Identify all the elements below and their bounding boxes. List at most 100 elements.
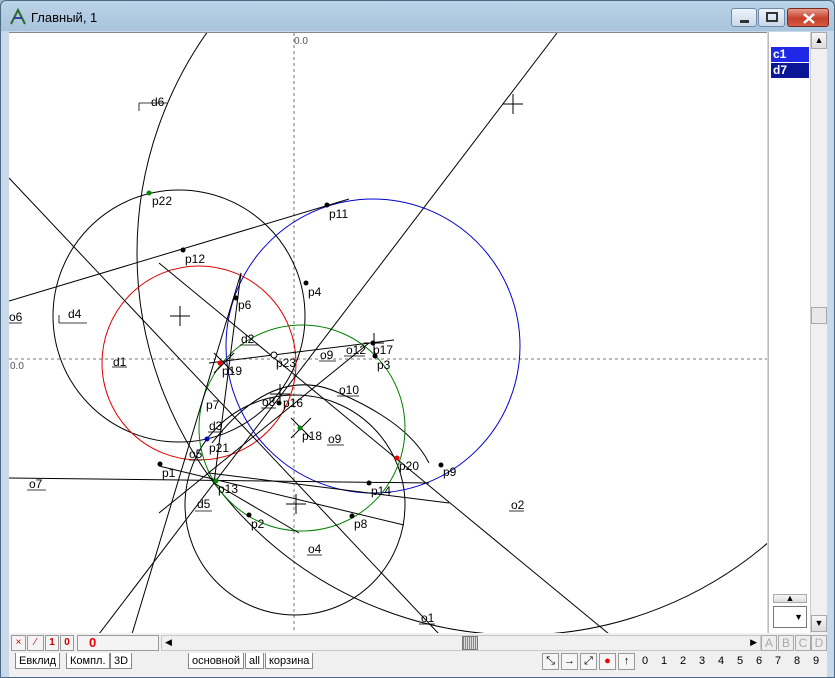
line-o7[interactable] (99, 33, 558, 633)
scroll-up-button[interactable]: ▲ (811, 32, 827, 49)
vertical-scrollbar[interactable]: ▲ ▼ (810, 32, 827, 633)
label-o2: o2 (511, 498, 525, 512)
label-o5: o6 (9, 310, 23, 324)
label-o4: o4 (308, 542, 322, 556)
label-o7: o8 (262, 395, 276, 409)
tab-all[interactable]: all (245, 653, 265, 669)
label-d6: d6 (151, 95, 165, 109)
delete-tool-button[interactable]: × (11, 635, 26, 651)
label-p4: p4 (308, 285, 322, 299)
layers-panel: c1 d7 ▲ ▼ (768, 32, 810, 633)
digit-6[interactable]: 6 (756, 655, 762, 667)
minimize-button[interactable] (731, 8, 757, 27)
label-d2: d2 (241, 332, 255, 346)
diagonal-tool-button[interactable]: ⤢ (580, 653, 597, 670)
layer-item-c1[interactable]: c1 (771, 47, 809, 62)
label-p9: p9 (443, 465, 457, 479)
scroll-left-icon[interactable]: ◀ (165, 637, 172, 648)
line-o9[interactable] (208, 472, 450, 504)
label-p12: p12 (185, 252, 205, 266)
circle-d6[interactable] (136, 33, 767, 633)
label-p13: p13 (218, 482, 238, 496)
point-dot-p16[interactable] (276, 400, 282, 406)
label-o9: o9 (328, 432, 342, 446)
label-p18: p18 (302, 429, 322, 443)
window-title: Главный, 1 (31, 10, 98, 25)
label-p23: p23 (276, 356, 296, 370)
horizontal-scrollbar[interactable]: ◀ ▶ (161, 635, 761, 651)
label-d3: d3 (209, 419, 223, 433)
close-icon (803, 13, 815, 24)
label-o10: o10 (339, 383, 359, 397)
close-button[interactable] (787, 8, 829, 27)
label-p8: p8 (354, 517, 368, 531)
maximize-icon (766, 12, 778, 22)
label-p3: p3 (377, 358, 391, 372)
label-p7: p7 (206, 398, 220, 412)
counter-field: 0 (77, 635, 159, 651)
layer-b-button[interactable]: B (778, 635, 794, 651)
tab-euclid[interactable]: Евклид (15, 653, 61, 669)
digit-8[interactable]: 8 (794, 655, 800, 667)
label-p11: p11 (329, 207, 348, 221)
digit-1[interactable]: 1 (661, 655, 667, 667)
digit-9[interactable]: 9 (813, 655, 819, 667)
label-o12: o12 (346, 343, 366, 357)
panel-dropdown[interactable]: ▼ (773, 606, 807, 628)
label-p17: p17 (373, 343, 393, 357)
label-p22: p22 (152, 194, 172, 208)
horizontal-scroll-thumb[interactable] (462, 636, 478, 650)
point-dot-p22[interactable] (146, 190, 152, 196)
line-tool-button[interactable]: ⁄ (27, 635, 44, 651)
digit-2[interactable]: 2 (680, 655, 686, 667)
tab-trash[interactable]: корзина (265, 653, 314, 669)
title-bar[interactable]: Главный, 1 (1, 1, 834, 31)
layer-item-d7[interactable]: d7 (771, 63, 809, 78)
drawing-canvas[interactable]: 0.0 0.0 p12 p11 p22 p4 p6 p17 p3 p23 p19… (9, 32, 767, 633)
axes (9, 33, 767, 633)
layer-d-button[interactable]: D (811, 635, 827, 651)
curve-tool-button[interactable]: ⤡ (542, 653, 559, 670)
digit-4[interactable]: 4 (718, 655, 724, 667)
minimize-icon (740, 20, 749, 23)
label-o8: o9 (320, 348, 334, 362)
label-p14: p14 (371, 484, 391, 498)
main-window: Главный, 1 0.0 0.0 p12 p11 p22 p4 p6 p17… (0, 0, 835, 678)
center-cross-2 (170, 306, 190, 326)
label-d1: d1 (113, 355, 127, 369)
digit-0[interactable]: 0 (642, 655, 648, 667)
one-button[interactable]: 1 (45, 635, 59, 651)
digit-7[interactable]: 7 (775, 655, 781, 667)
line-o5[interactable] (9, 198, 350, 302)
digit-3[interactable]: 3 (699, 655, 705, 667)
tab-main[interactable]: основной (188, 653, 244, 669)
panel-scroll-up[interactable]: ▲ (773, 594, 807, 603)
arrow-right-tool-button[interactable]: → (561, 653, 578, 670)
line-o10[interactable] (158, 342, 370, 514)
app-icon (10, 8, 26, 25)
zero-button[interactable]: 0 (60, 635, 74, 651)
chevron-down-icon: ▼ (794, 612, 803, 622)
scroll-down-button[interactable]: ▼ (811, 615, 827, 632)
label-o1: o1 (421, 611, 435, 625)
record-button[interactable]: ● (599, 653, 616, 670)
x-axis-zero-label: 0.0 (294, 36, 308, 47)
label-o6: o7 (29, 477, 43, 491)
label-d5: d5 (197, 497, 211, 511)
label-p21: p21 (209, 441, 229, 455)
tab-complex[interactable]: Компл. (66, 653, 110, 669)
tab-3d[interactable]: 3D (110, 653, 133, 669)
bottom-toolbar: × ⁄ 1 0 0 ◀ ▶ A B C D Евклид Компл. 3D о… (9, 633, 827, 677)
label-p1: p1 (162, 466, 176, 480)
label-p2: p2 (251, 517, 265, 531)
y-axis-zero-label: 0.0 (10, 361, 24, 372)
label-o3: o5 (189, 447, 203, 461)
layer-c-button[interactable]: C (795, 635, 811, 651)
maximize-button[interactable] (758, 8, 785, 27)
scroll-right-icon[interactable]: ▶ (750, 637, 757, 648)
layer-a-button[interactable]: A (761, 635, 777, 651)
digit-5[interactable]: 5 (737, 655, 743, 667)
arrow-up-tool-button[interactable]: ↑ (618, 653, 635, 670)
label-p6: p6 (238, 298, 252, 312)
scroll-thumb[interactable] (811, 307, 827, 324)
